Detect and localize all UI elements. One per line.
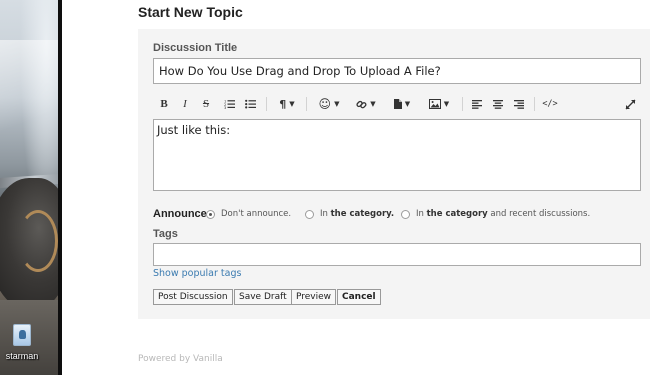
announce-option-none[interactable]: Don't announce. <box>206 209 291 219</box>
link-icon <box>356 100 367 108</box>
file-button[interactable]: ▼ <box>390 95 414 113</box>
chevron-down-icon: ▼ <box>289 100 295 108</box>
announce-option-label: Don't announce. <box>221 209 292 219</box>
ordered-list-button[interactable]: 1 2 3 <box>222 95 236 113</box>
editor-toolbar: B I S 1 2 3 ¶ ▼ ☺ ▼ ▼ ▼ ▼ </> <box>153 93 641 115</box>
powered-by-footer: Powered by Vanilla <box>138 354 223 364</box>
smiley-icon: ☺ <box>318 97 332 111</box>
toolbar-separator <box>306 97 307 111</box>
announce-option-category[interactable]: In the category. <box>305 209 394 219</box>
link-button[interactable]: ▼ <box>353 95 379 113</box>
svg-text:3: 3 <box>224 106 226 109</box>
expand-icon <box>625 99 635 109</box>
paragraph-format-button[interactable]: ¶ ▼ <box>275 95 299 113</box>
announce-option-prefix: In <box>320 209 331 219</box>
tags-input[interactable] <box>153 243 641 266</box>
italic-button[interactable]: I <box>180 95 190 113</box>
image-button[interactable]: ▼ <box>425 95 453 113</box>
discussion-body-textarea[interactable]: Just like this: <box>153 119 641 191</box>
announce-option-bold: the category. <box>330 209 395 219</box>
preview-button[interactable]: Preview <box>291 289 337 305</box>
fullscreen-button[interactable] <box>623 95 637 113</box>
align-right-icon <box>514 99 524 109</box>
announce-option-label: In the category. <box>320 209 394 219</box>
radio-button-selected[interactable] <box>206 209 215 219</box>
announce-option-prefix: In <box>416 209 427 219</box>
emoji-button[interactable]: ☺ ▼ <box>317 95 341 113</box>
bold-button[interactable]: B <box>159 95 169 113</box>
cancel-button[interactable]: Cancel <box>337 289 381 305</box>
chevron-down-icon: ▼ <box>404 100 411 108</box>
desktop-background: starman <box>0 0 58 375</box>
toolbar-separator <box>266 97 267 111</box>
align-left-button[interactable] <box>471 95 483 113</box>
post-discussion-button[interactable]: Post Discussion <box>153 289 233 305</box>
source-code-button[interactable]: </> <box>542 95 558 113</box>
new-topic-form: Discussion Title B I S 1 2 3 <box>138 29 650 319</box>
window-edge <box>58 0 62 375</box>
image-icon <box>428 99 441 109</box>
announce-label: Announce <box>153 208 207 220</box>
page-title: Start New Topic <box>138 4 243 20</box>
discussion-title-label: Discussion Title <box>153 42 238 54</box>
unordered-list-icon <box>244 99 256 109</box>
announce-option-category-and-recent[interactable]: In the category and recent discussions. <box>401 209 590 219</box>
ordered-list-icon: 1 2 3 <box>224 100 235 109</box>
align-left-icon <box>472 99 482 109</box>
show-popular-tags-link[interactable]: Show popular tags <box>153 268 241 279</box>
shortcut-icon <box>13 324 31 346</box>
toolbar-separator <box>462 97 463 111</box>
tags-label: Tags <box>153 228 178 240</box>
align-right-button[interactable] <box>513 95 525 113</box>
discussion-title-input[interactable] <box>153 58 641 84</box>
radio-button[interactable] <box>401 209 410 219</box>
chevron-down-icon: ▼ <box>334 100 340 108</box>
desktop-shortcut-starman[interactable]: starman <box>2 324 42 368</box>
save-draft-button[interactable]: Save Draft <box>234 289 292 305</box>
chevron-down-icon: ▼ <box>443 100 450 108</box>
announce-option-bold: the category <box>426 209 488 219</box>
shortcut-label: starman <box>5 351 39 361</box>
file-icon <box>393 99 402 109</box>
chevron-down-icon: ▼ <box>370 100 376 108</box>
strikethrough-button[interactable]: S <box>201 95 211 113</box>
unordered-list-button[interactable] <box>243 95 257 113</box>
announce-option-label: In the category and recent discussions. <box>416 209 590 219</box>
sky-haze <box>0 40 58 150</box>
toolbar-separator <box>534 97 535 111</box>
announce-options: Announce Don't announce. In the category… <box>153 208 643 222</box>
engine-ring-shape <box>18 210 58 272</box>
align-center-button[interactable] <box>492 95 504 113</box>
align-center-icon <box>493 99 503 109</box>
radio-button[interactable] <box>305 209 314 219</box>
announce-option-suffix: and recent discussions. <box>487 209 591 219</box>
